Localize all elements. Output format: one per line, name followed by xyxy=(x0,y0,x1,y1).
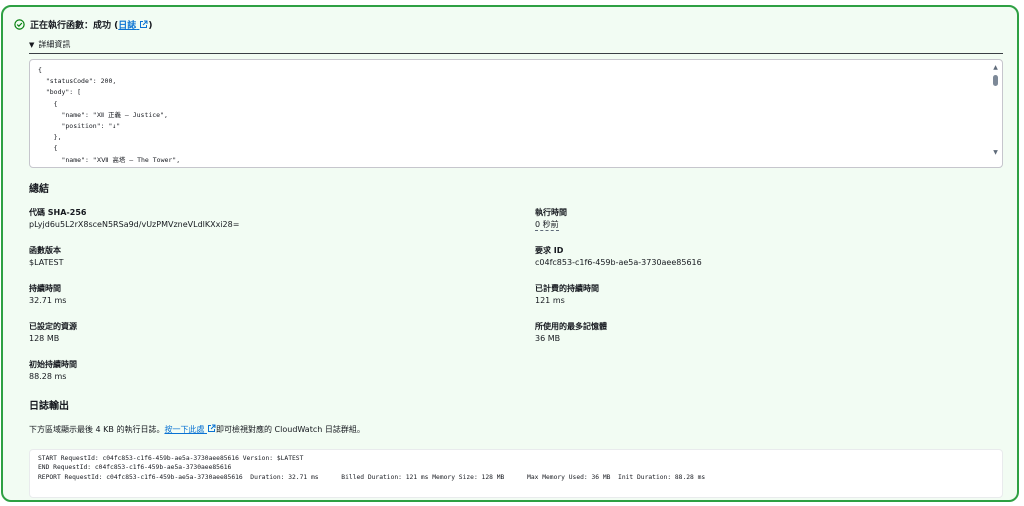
summary-key: 所使用的最多記憶體 xyxy=(535,322,607,331)
summary-item-sha256: 代碼 SHA-256 pLyjd6u5L2rX8sceN5RSa9d/vUzPM… xyxy=(29,207,239,231)
summary-value: 121 ms xyxy=(535,296,565,305)
response-scrollbar[interactable]: ▲ ▼ xyxy=(992,64,999,156)
log-desc-text: 下方區域顯示最後 4 KB 的執行日誌。 xyxy=(29,425,165,434)
summary-value: 32.71 ms xyxy=(29,296,67,305)
log-output-text: START RequestId: c04fc853-c1f6-459b-ae5a… xyxy=(38,455,706,481)
summary-value: pLyjd6u5L2rX8sceN5RSa9d/vUzPMVzneVLdlKXx… xyxy=(29,220,240,229)
execution-status-text: 正在執行函數：成功 ( xyxy=(30,20,119,31)
log-link[interactable]: 日誌 xyxy=(118,20,148,31)
response-code-viewer[interactable]: { "statusCode": 200, "body": [ { "name":… xyxy=(29,59,1003,168)
summary-item-max-memory: 所使用的最多記憶體 36 MB xyxy=(535,321,607,345)
status-close-paren: ) xyxy=(148,20,153,31)
summary-key: 函數版本 xyxy=(29,246,61,255)
execution-status-header: 正在執行函數：成功 (日誌 ) xyxy=(14,17,153,31)
log-output-box[interactable]: START RequestId: c04fc853-c1f6-459b-ae5a… xyxy=(29,449,1003,498)
cloudwatch-link[interactable]: 按一下此處 xyxy=(164,424,216,434)
resize-handle-icon[interactable] xyxy=(994,159,1000,165)
summary-title: 總結 xyxy=(29,184,49,195)
details-toggle-label: 詳細資訊 xyxy=(38,40,71,49)
external-link-icon xyxy=(207,424,216,433)
summary-key: 執行時間 xyxy=(535,208,567,217)
summary-value: c04fc853-c1f6-459b-ae5a-3730aee85616 xyxy=(535,258,702,267)
cloudwatch-link-label: 按一下此處 xyxy=(164,425,205,434)
summary-key: 已計費的持續時間 xyxy=(535,284,599,293)
summary-item-function-version: 函數版本 $LATEST xyxy=(29,245,64,269)
scroll-thumb[interactable] xyxy=(993,75,998,86)
response-json: { "statusCode": 200, "body": [ { "name":… xyxy=(38,66,181,167)
details-expander[interactable]: ▼ 詳細資訊 xyxy=(29,39,70,50)
summary-value: $LATEST xyxy=(29,258,64,267)
details-divider xyxy=(29,53,1003,54)
summary-item-billed-duration: 已計費的持續時間 121 ms xyxy=(535,283,599,307)
summary-item-request-id: 要求 ID c04fc853-c1f6-459b-ae5a-3730aee856… xyxy=(535,245,702,269)
scroll-down-icon[interactable]: ▼ xyxy=(992,149,999,156)
summary-key: 代碼 SHA-256 xyxy=(29,208,87,217)
summary-value: 88.28 ms xyxy=(29,372,67,381)
log-output-title: 日誌輸出 xyxy=(29,401,69,412)
summary-item-configured-resources: 已設定的資源 128 MB xyxy=(29,321,77,345)
summary-item-init-duration: 初始持續時間 88.28 ms xyxy=(29,359,77,383)
summary-item-duration: 持續時間 32.71 ms xyxy=(29,283,66,307)
execution-result-panel: 正在執行函數：成功 (日誌 ) ▼ 詳細資訊 { "statusCode": 2… xyxy=(1,5,1019,502)
log-output-description: 下方區域顯示最後 4 KB 的執行日誌。按一下此處 即可檢視對應的 CloudW… xyxy=(29,424,365,435)
summary-value: 128 MB xyxy=(29,334,60,343)
scroll-up-icon[interactable]: ▲ xyxy=(992,64,999,71)
summary-key: 持續時間 xyxy=(29,284,61,293)
summary-key: 要求 ID xyxy=(535,246,564,255)
summary-value-relative-time[interactable]: 0 秒前 xyxy=(535,219,559,231)
summary-key: 初始持續時間 xyxy=(29,360,77,369)
summary-item-exec-time: 執行時間 0 秒前 xyxy=(535,207,567,231)
caret-down-icon: ▼ xyxy=(29,40,35,49)
summary-key: 已設定的資源 xyxy=(29,322,77,331)
check-circle-icon xyxy=(14,18,25,30)
resize-handle-icon[interactable] xyxy=(994,489,1000,495)
log-link-label: 日誌 xyxy=(118,20,137,31)
summary-value: 36 MB xyxy=(535,334,561,343)
log-desc-text-after: 即可檢視對應的 CloudWatch 日誌群組。 xyxy=(216,425,365,434)
